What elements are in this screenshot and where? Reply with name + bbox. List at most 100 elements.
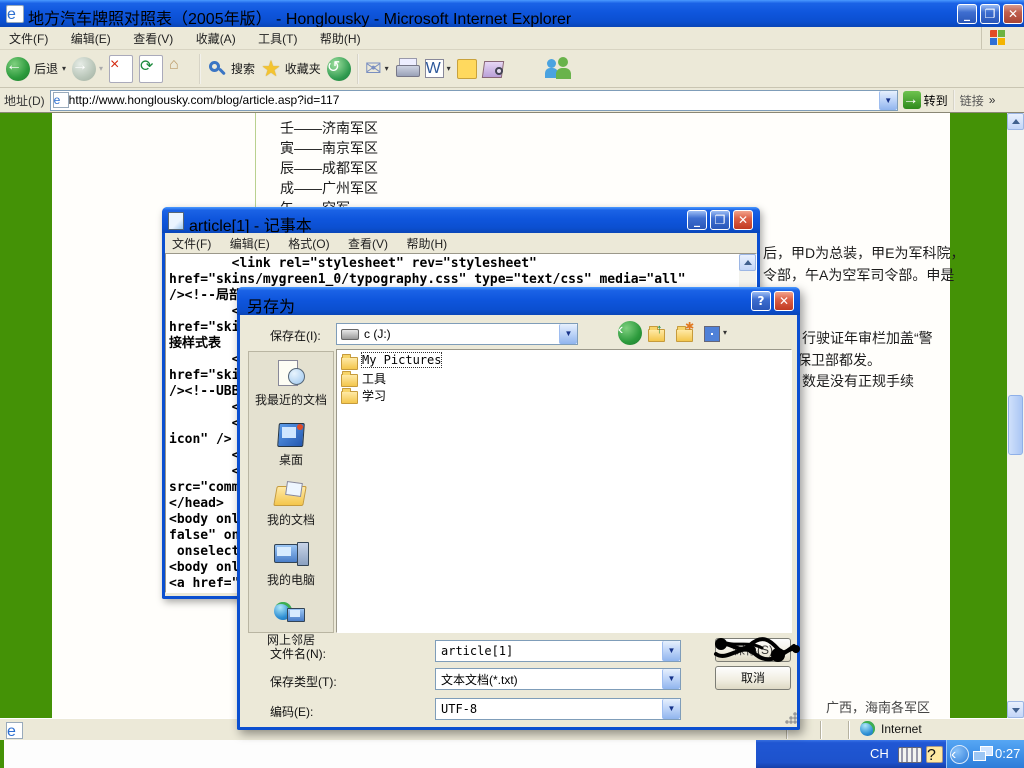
encoding-dropdown-icon[interactable]: ▼ bbox=[662, 699, 680, 719]
notepad-menu-format[interactable]: 格式(O) bbox=[281, 233, 336, 254]
save-button-label: 保存(S) bbox=[733, 643, 773, 657]
screen: e 地方汽车牌照对照表（2005年版） - Honglousky - Micro… bbox=[0, 0, 1024, 768]
ie-maximize-button[interactable]: ❐ bbox=[980, 4, 1000, 24]
mail-dropdown-icon[interactable]: ▾ bbox=[385, 64, 389, 73]
views-dropdown-icon[interactable]: ▾ bbox=[723, 328, 727, 337]
back-dropdown-icon[interactable]: ▾ bbox=[62, 64, 66, 73]
notepad-menu-file[interactable]: 文件(F) bbox=[165, 233, 218, 254]
ie-menu-tools[interactable]: 工具(T) bbox=[249, 27, 306, 50]
cancel-button[interactable]: 取消 bbox=[715, 666, 791, 690]
scroll-up-button[interactable] bbox=[1007, 113, 1024, 130]
page-icon: e bbox=[53, 92, 69, 108]
place-recent-documents[interactable]: 我最近的文档 bbox=[249, 360, 333, 408]
back-button[interactable]: ← 后退 ▾ bbox=[6, 57, 66, 81]
research-book-icon[interactable] bbox=[483, 59, 505, 79]
article-line: 寅——南京军区 bbox=[280, 138, 378, 158]
address-dropdown-icon[interactable]: ▼ bbox=[879, 91, 897, 110]
clock[interactable]: 0:27 bbox=[995, 746, 1020, 761]
place-label: 我最近的文档 bbox=[249, 391, 333, 408]
refresh-button[interactable]: ⟳ bbox=[139, 55, 163, 83]
favorites-button[interactable]: ★ 收藏夹 bbox=[261, 56, 321, 82]
file-list-item[interactable]: My Pictures bbox=[341, 353, 787, 370]
notepad-maximize-button[interactable]: ❐ bbox=[710, 210, 730, 230]
folder-name[interactable]: 学习 bbox=[362, 387, 386, 404]
language-indicator[interactable]: CH bbox=[870, 746, 889, 761]
dialog-titlebar[interactable]: 另存为 ? ✕ bbox=[237, 287, 800, 315]
resize-grip[interactable] bbox=[785, 712, 797, 724]
save-type-label: 保存类型(T): bbox=[270, 673, 337, 690]
status-page-icon: e bbox=[6, 722, 23, 739]
notepad-menu-edit[interactable]: 编辑(E) bbox=[223, 233, 277, 254]
links-label[interactable]: 链接 bbox=[960, 92, 984, 109]
notepad-titlebar[interactable]: article[1] - 记事本 _ ❐ ✕ bbox=[162, 207, 760, 233]
network-icon[interactable] bbox=[973, 746, 991, 761]
print-button[interactable] bbox=[395, 58, 419, 80]
notepad-menu-help[interactable]: 帮助(H) bbox=[399, 233, 454, 254]
place-network[interactable]: 网上邻居 bbox=[249, 602, 333, 648]
ie-menu-help[interactable]: 帮助(H) bbox=[311, 27, 370, 50]
history-button[interactable]: ↺ bbox=[327, 57, 351, 81]
new-folder-button[interactable]: ✱ bbox=[676, 323, 698, 343]
ie-titlebar[interactable]: e 地方汽车牌照对照表（2005年版） - Honglousky - Micro… bbox=[0, 0, 1024, 27]
links-overflow-chevron[interactable]: » bbox=[989, 93, 996, 107]
edit-word-button[interactable]: W ▾ bbox=[425, 59, 451, 78]
ie-menu-edit[interactable]: 编辑(E) bbox=[62, 27, 120, 50]
ie-toolbar: ← 后退 ▾ → ▾ × ⟳ ⌂ 搜索 ★ 收藏夹 bbox=[0, 50, 1024, 88]
forward-button[interactable]: → ▾ bbox=[72, 57, 103, 81]
save-type-combobox[interactable]: 文本文档(*.txt) ▼ bbox=[435, 668, 681, 690]
place-label: 我的文档 bbox=[249, 511, 333, 528]
save-type-dropdown-icon[interactable]: ▼ bbox=[662, 669, 680, 689]
scroll-thumb[interactable] bbox=[1008, 395, 1023, 455]
notepad-minimize-button[interactable]: _ bbox=[687, 210, 707, 230]
page-scrollbar[interactable] bbox=[1007, 113, 1024, 718]
scroll-down-button[interactable] bbox=[1007, 701, 1024, 718]
ie-menu-file[interactable]: 文件(F) bbox=[0, 27, 57, 50]
go-button[interactable]: → 转到 bbox=[903, 91, 948, 109]
ie-menu-view[interactable]: 查看(V) bbox=[124, 27, 182, 50]
ie-close-button[interactable]: ✕ bbox=[1003, 4, 1023, 24]
edit-dropdown-icon[interactable]: ▾ bbox=[447, 64, 451, 73]
save-in-combobox[interactable]: c (J:) ▼ bbox=[336, 323, 578, 345]
search-button[interactable]: 搜索 bbox=[207, 59, 255, 79]
dialog-help-button[interactable]: ? bbox=[751, 291, 771, 311]
save-type-value: 文本文档(*.txt) bbox=[441, 671, 518, 688]
place-label: 桌面 bbox=[249, 451, 333, 468]
place-desktop[interactable]: 桌面 bbox=[249, 422, 333, 468]
save-button[interactable]: 保存(S) bbox=[715, 638, 791, 662]
ie-menu-favorites[interactable]: 收藏(A) bbox=[187, 27, 245, 50]
notepad-close-button[interactable]: ✕ bbox=[733, 210, 753, 230]
notepad-scroll-up-button[interactable] bbox=[739, 254, 756, 271]
ie-minimize-button[interactable]: _ bbox=[957, 4, 977, 24]
views-menu-button[interactable]: ▾ bbox=[704, 325, 734, 343]
dialog-back-button[interactable]: ‹ bbox=[618, 321, 642, 345]
messenger-button[interactable] bbox=[545, 57, 573, 81]
file-list-item[interactable]: 工具 bbox=[341, 370, 787, 387]
notepad-text-line: <link rel="stylesheet" rev="stylesheet" bbox=[169, 256, 686, 272]
stop-button[interactable]: × bbox=[109, 55, 133, 83]
encoding-combobox[interactable]: UTF-8 ▼ bbox=[435, 698, 681, 720]
dialog-title: 另存为 bbox=[247, 293, 295, 317]
discuss-button[interactable] bbox=[457, 59, 477, 79]
file-name-dropdown-icon[interactable]: ▼ bbox=[662, 641, 680, 661]
mail-button[interactable]: ✉ ▾ bbox=[365, 56, 389, 81]
place-my-documents[interactable]: 我的文档 bbox=[249, 482, 333, 528]
word-icon: W bbox=[425, 59, 444, 78]
place-my-computer[interactable]: 我的电脑 bbox=[249, 542, 333, 588]
keyboard-icon[interactable] bbox=[898, 747, 922, 763]
article-fragment: 令部，午A为空军司令部。申是 bbox=[763, 265, 954, 285]
address-input[interactable]: e http://www.honglousky.com/blog/article… bbox=[50, 90, 898, 111]
home-button[interactable]: ⌂ bbox=[169, 56, 193, 82]
file-list[interactable]: My Pictures 工具 学习 bbox=[336, 349, 792, 633]
file-name-combobox[interactable]: article[1] ▼ bbox=[435, 640, 681, 662]
file-list-item[interactable]: 学习 bbox=[341, 387, 787, 404]
save-in-dropdown-icon[interactable]: ▼ bbox=[559, 324, 577, 344]
up-one-level-button[interactable]: ↑ bbox=[648, 323, 670, 343]
folder-name[interactable]: My Pictures bbox=[362, 353, 441, 367]
folder-name[interactable]: 工具 bbox=[362, 370, 386, 387]
places-bar: 我最近的文档 桌面 我的文档 bbox=[248, 351, 334, 633]
help-block-icon[interactable]: ? bbox=[926, 746, 943, 763]
notepad-menu-view[interactable]: 查看(V) bbox=[341, 233, 395, 254]
dialog-close-button[interactable]: ✕ bbox=[774, 291, 794, 311]
article-list: 壬——济南军区 寅——南京军区 辰——成都军区 成——广州军区 午——空军 bbox=[280, 118, 378, 218]
tray-collapse-chevron[interactable]: ‹ bbox=[950, 745, 969, 764]
